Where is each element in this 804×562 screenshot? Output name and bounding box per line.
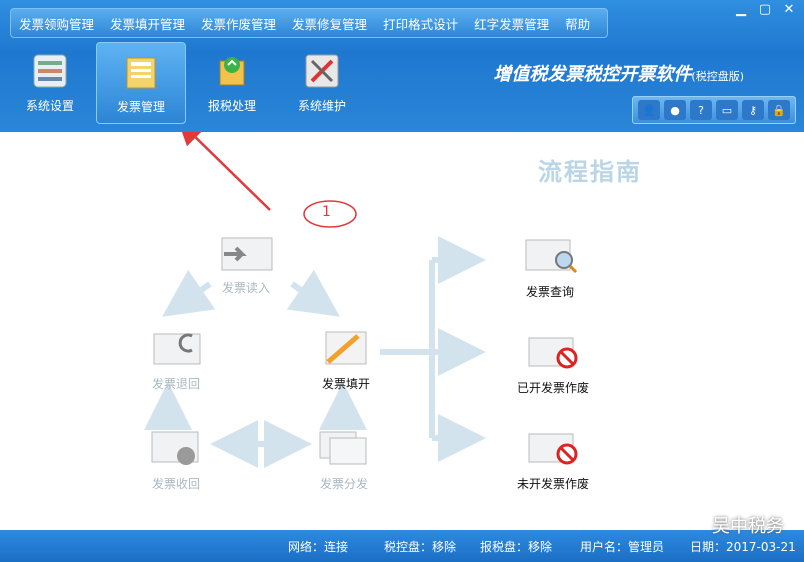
main-content: 1 [0, 132, 804, 530]
menu-bar: 发票领购管理 发票填开管理 发票作废管理 发票修复管理 打印格式设计 红字发票管… [10, 8, 608, 38]
key-icon[interactable]: ⚷ [742, 100, 764, 120]
settings-icon [33, 54, 67, 88]
tax-report-button[interactable]: 报税处理 [188, 42, 276, 122]
invoice-distribute-icon [319, 431, 367, 465]
window-icon[interactable]: ▭ [716, 100, 738, 120]
lock-icon[interactable]: 🔒 [768, 100, 790, 120]
menu-invoice-repair[interactable]: 发票修复管理 [284, 14, 375, 33]
node-invoice-recover[interactable]: 发票收回 [144, 428, 208, 492]
invoice-return-icon [153, 333, 201, 365]
invoice-management-label: 发票管理 [116, 100, 165, 114]
maintenance-icon [305, 54, 339, 88]
node-void-unissued[interactable]: 未开发票作废 [508, 432, 598, 492]
status-network: 网络：连接 [288, 540, 349, 554]
app-name: 增值税发票税控开票软件(税控盘版) [493, 64, 744, 85]
system-settings-button[interactable]: 系统设置 [6, 42, 94, 122]
node-invoice-query[interactable]: 发票查询 [512, 236, 588, 300]
watermark: 吴中税务 [712, 516, 784, 537]
invoice-read-icon [221, 237, 273, 271]
invoice-folder-icon [126, 57, 156, 89]
system-maintenance-button[interactable]: 系统维护 [278, 42, 366, 122]
node-invoice-return[interactable]: 发票退回 [144, 328, 208, 392]
tax-report-label: 报税处理 [207, 99, 256, 113]
menu-help[interactable]: 帮助 [557, 14, 598, 33]
minimize-icon[interactable]: ▁ [732, 2, 750, 18]
void-unissued-icon [528, 433, 578, 465]
node-invoice-fill[interactable]: 发票填开 [314, 328, 378, 392]
menu-invoice-issue[interactable]: 发票填开管理 [102, 14, 193, 33]
node-invoice-read[interactable]: 发票读入 [216, 236, 276, 296]
system-settings-label: 系统设置 [25, 99, 74, 113]
status-reportdisk: 报税盘：移除 [480, 540, 553, 554]
invoice-management-button[interactable]: 发票管理 [96, 42, 186, 124]
status-user: 用户名：管理员 [580, 540, 665, 554]
annotation-number: 1 [322, 204, 331, 220]
system-maintenance-label: 系统维护 [297, 99, 346, 113]
invoice-recycle-icon [151, 431, 199, 465]
menu-invoice-void[interactable]: 发票作废管理 [193, 14, 284, 33]
status-date: 日期：2017-03-21 [690, 540, 796, 554]
menu-invoice-purchase[interactable]: 发票领购管理 [11, 14, 102, 33]
help-icon[interactable]: ? [690, 100, 712, 120]
flow-diagram [144, 132, 486, 468]
void-issued-icon [528, 337, 578, 369]
status-bar: 网络：连接 税控盘：移除 报税盘：移除 用户名：管理员 日期：2017-03-2… [0, 530, 804, 562]
globe-icon[interactable]: ● [664, 100, 686, 120]
main-toolbar: 系统设置 发票管理 报税处理 系统维护 [6, 42, 368, 124]
menu-print-format[interactable]: 打印格式设计 [375, 14, 466, 33]
user-icon[interactable]: 👤 [638, 100, 660, 120]
quick-actions: 👤 ● ? ▭ ⚷ 🔒 [632, 96, 796, 124]
menu-red-invoice[interactable]: 红字发票管理 [466, 14, 557, 33]
status-taxdisk: 税控盘：移除 [384, 540, 457, 554]
invoice-fill-icon [325, 331, 367, 365]
flow-guide-title: 流程指南 [538, 158, 642, 186]
tax-report-icon [219, 57, 245, 86]
node-void-issued[interactable]: 已开发票作废 [508, 336, 598, 396]
title-bar: 发票领购管理 发票填开管理 发票作废管理 发票修复管理 打印格式设计 红字发票管… [0, 0, 804, 132]
maximize-icon[interactable]: ▢ [756, 2, 774, 18]
red-arrow [177, 132, 271, 211]
magnifier-icon [525, 239, 578, 274]
close-icon[interactable]: ✕ [780, 2, 798, 18]
node-invoice-distribute[interactable]: 发票分发 [312, 428, 376, 492]
